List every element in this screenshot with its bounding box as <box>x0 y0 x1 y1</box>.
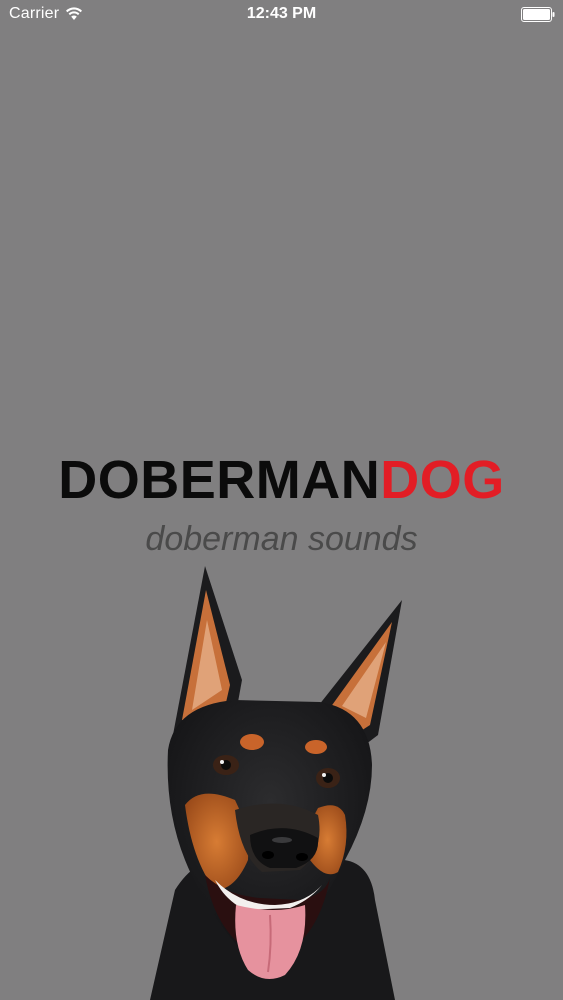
logo-title-part-1: DOBERMAN <box>58 450 381 510</box>
doberman-dog-image <box>150 566 402 1000</box>
status-time: 12:43 PM <box>246 5 317 22</box>
app-logo-title: DOBERMANDOG <box>0 453 563 507</box>
status-bar: Carrier 12:43 PM <box>0 0 563 30</box>
battery-icon <box>521 7 555 22</box>
splash-screen: Carrier 12:43 PM DOBERMANDOG doberman so… <box>0 0 563 1000</box>
logo-title-part-2: DOG <box>380 450 505 510</box>
app-subtitle: doberman sounds <box>145 520 418 558</box>
